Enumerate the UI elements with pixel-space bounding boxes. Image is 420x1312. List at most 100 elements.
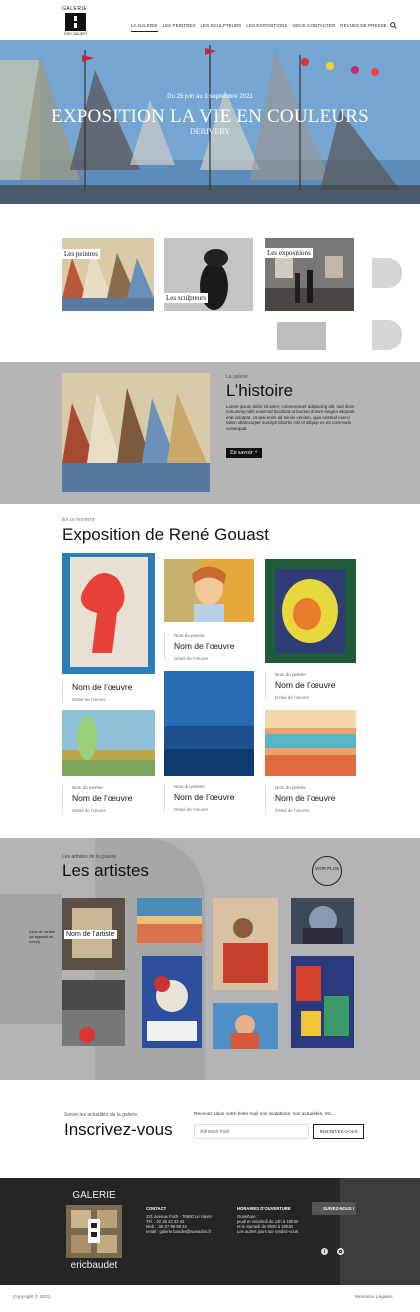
work-detail[interactable]: Détail de l’œuvre (174, 656, 254, 661)
expo-work-card[interactable]: Nom du peintre Nom de l’œuvre Détail de … (62, 710, 155, 813)
work-detail[interactable]: Détail de l’œuvre (72, 697, 155, 702)
category-sculpteurs[interactable]: Les sculpteurs (164, 238, 253, 311)
footer-social-title: SUIVEZ-NOUS ! (312, 1202, 356, 1215)
footer-logo-bottom: ericbaudet (70, 1260, 118, 1271)
artiste-image (62, 980, 125, 1046)
expo-work-card[interactable]: Nom du peintre Nom de l’œuvre Détail de … (164, 671, 254, 812)
artiste-tile[interactable] (213, 1003, 278, 1049)
nav-item-contact[interactable]: NOUS CONTACTER (292, 23, 335, 32)
expo-work-image (62, 710, 155, 776)
artiste-image (142, 956, 202, 1048)
galerie-logo[interactable]: GALERIE ERIC BAUDET (62, 6, 90, 36)
site-header: GALERIE ERIC BAUDET LA GALERIE LES PEINT… (0, 0, 420, 40)
artiste-hover-label: Nom de l’artiste (64, 930, 117, 939)
category-label-expositions: Les expositions (265, 248, 313, 258)
hero-title: EXPOSITION LA VIE EN COULEURS (51, 106, 369, 127)
footer-logo-top: GALERIE (72, 1190, 116, 1201)
artiste-tile[interactable] (291, 898, 354, 944)
email-field[interactable] (194, 1124, 309, 1139)
search-icon[interactable] (390, 22, 397, 29)
hero-banner: Du 25 juin au 3 septembre 2021 EXPOSITIO… (0, 40, 420, 204)
footer-contact: CONTACT 121 avenue Foch - 76600 Le Havre… (146, 1206, 226, 1234)
newsletter-title: Inscrivez-vous (64, 1120, 173, 1139)
decor-shape (0, 894, 62, 1024)
nav-item-galerie[interactable]: LA GALERIE (131, 23, 158, 32)
logo-top-text: GALERIE (62, 6, 88, 12)
footer-contact-line[interactable]: email : galerie.baudet@wanadoo.fr (146, 1229, 226, 1234)
footer-logo-image[interactable] (66, 1205, 122, 1258)
expo-work-card[interactable]: Nom du peintre Nom de l’œuvre Détail de … (265, 559, 356, 700)
newsletter-prompt: Recevez dans votre boite mail nos invita… (194, 1112, 336, 1117)
work-name: Nom de l’œuvre (275, 793, 336, 803)
expo-work-card[interactable]: Nom du peintre Nom de l’œuvre Détail de … (164, 559, 254, 661)
nav-item-presse[interactable]: REVUES DE PRESSE (340, 23, 386, 32)
nav-item-expositions[interactable]: LES EXPOSITIONS (246, 23, 287, 32)
decor-shape (372, 320, 402, 350)
work-detail[interactable]: Détail de l’œuvre (275, 695, 356, 700)
work-painter: Nom du peintre (174, 633, 205, 638)
footer-hours-line: Les autres jours sur rendez-vous (237, 1229, 298, 1234)
expo-work-image (265, 559, 356, 663)
hero-date: Du 25 juin au 3 septembre 2021 (167, 94, 253, 100)
en-savoir-plus-button[interactable]: En savoir + (226, 448, 262, 458)
artistes-title: Les artistes (62, 861, 149, 880)
category-expositions[interactable]: Les expositions (265, 238, 354, 311)
work-detail[interactable]: Détail de l’œuvre (72, 808, 155, 813)
expo-work-image (62, 553, 155, 674)
artiste-tile[interactable] (291, 956, 354, 1048)
artiste-tile[interactable]: Nom de l’artiste (62, 898, 125, 970)
expo-work-card[interactable]: Nom du peintre Nom de l’œuvre Détail de … (265, 710, 356, 813)
decor-shape (277, 322, 326, 350)
work-name: Nom de l’œuvre (72, 682, 133, 692)
expo-title: Exposition de René Gouast (62, 525, 269, 544)
artiste-image (291, 956, 354, 1048)
artiste-tile[interactable] (142, 956, 202, 1048)
facebook-icon[interactable]: f (321, 1248, 328, 1255)
artiste-image (213, 1003, 278, 1049)
histoire-eyebrow: La galerie (226, 374, 248, 380)
artiste-tile[interactable] (213, 898, 278, 990)
decor-shape (372, 258, 402, 288)
voir-plus-button[interactable]: VOIR PLUS (312, 856, 342, 886)
footer-hours: HORAIRES D’OUVERTURE Ouverture : jeudi e… (237, 1206, 317, 1234)
work-painter: Nom du peintre (72, 785, 103, 790)
artiste-tile[interactable] (62, 980, 125, 1046)
work-name: Nom de l’œuvre (72, 793, 133, 803)
artiste-image (213, 898, 278, 990)
artiste-image (137, 898, 202, 943)
work-painter: Nom du peintre (275, 672, 306, 677)
decor-b-shape (340, 1178, 420, 1285)
category-peintres[interactable]: Les peintres (62, 238, 154, 311)
histoire-image (62, 373, 210, 492)
hero-subtitle: DERIVERY (190, 127, 230, 136)
logo-bottom-text: ERIC BAUDET (64, 32, 88, 36)
nav-item-sculpteurs[interactable]: LES SCULPTEURS (201, 23, 242, 32)
work-painter: Nom du peintre (275, 785, 306, 790)
expo-work-card[interactable]: Nom de l’œuvre Détail de l’œuvre (62, 553, 155, 702)
histoire-text: Lorem ipsum dolor sit amet, consectetuer… (226, 404, 355, 431)
work-name: Nom de l’œuvre (275, 680, 336, 690)
category-label-sculpteurs: Les sculpteurs (164, 293, 209, 303)
site-footer: GALERIE ericbaudet CONTACT 121 avenue Fo… (0, 1178, 420, 1285)
inscrivez-vous-button[interactable]: INSCRIVEZ-VOUS (313, 1124, 364, 1139)
logo-mark (65, 13, 86, 31)
newsletter-eyebrow: Suivre les actualités de la galerie (64, 1112, 138, 1118)
work-painter: Nom du peintre (174, 784, 205, 789)
mentions-legales-link[interactable]: Mentions Légales (355, 1295, 393, 1300)
artiste-hover-note: (Nom de l’artiste qui apparaît au survol… (29, 930, 56, 944)
work-name: Nom de l’œuvre (174, 792, 235, 802)
artistes-section: Les artistes de la galerie Les artistes … (0, 838, 420, 1080)
category-label-peintres: Les peintres (62, 249, 101, 259)
artiste-tile[interactable] (137, 898, 202, 943)
nav-item-peintres[interactable]: LES PEINTRES (163, 23, 196, 32)
histoire-section: La galerie L’histoire Lorem ipsum dolor … (0, 362, 420, 504)
instagram-icon[interactable] (337, 1248, 344, 1255)
artistes-eyebrow: Les artistes de la galerie (62, 854, 117, 860)
footer-hours-title: HORAIRES D’OUVERTURE (237, 1206, 291, 1211)
histoire-title: L’histoire (226, 381, 294, 400)
work-detail[interactable]: Détail de l’œuvre (275, 808, 356, 813)
expo-work-image (164, 559, 254, 622)
work-detail[interactable]: Détail de l’œuvre (174, 807, 254, 812)
copyright-text: Copyright © 2021 (13, 1295, 51, 1300)
expo-eyebrow: En ce moment (62, 517, 95, 523)
